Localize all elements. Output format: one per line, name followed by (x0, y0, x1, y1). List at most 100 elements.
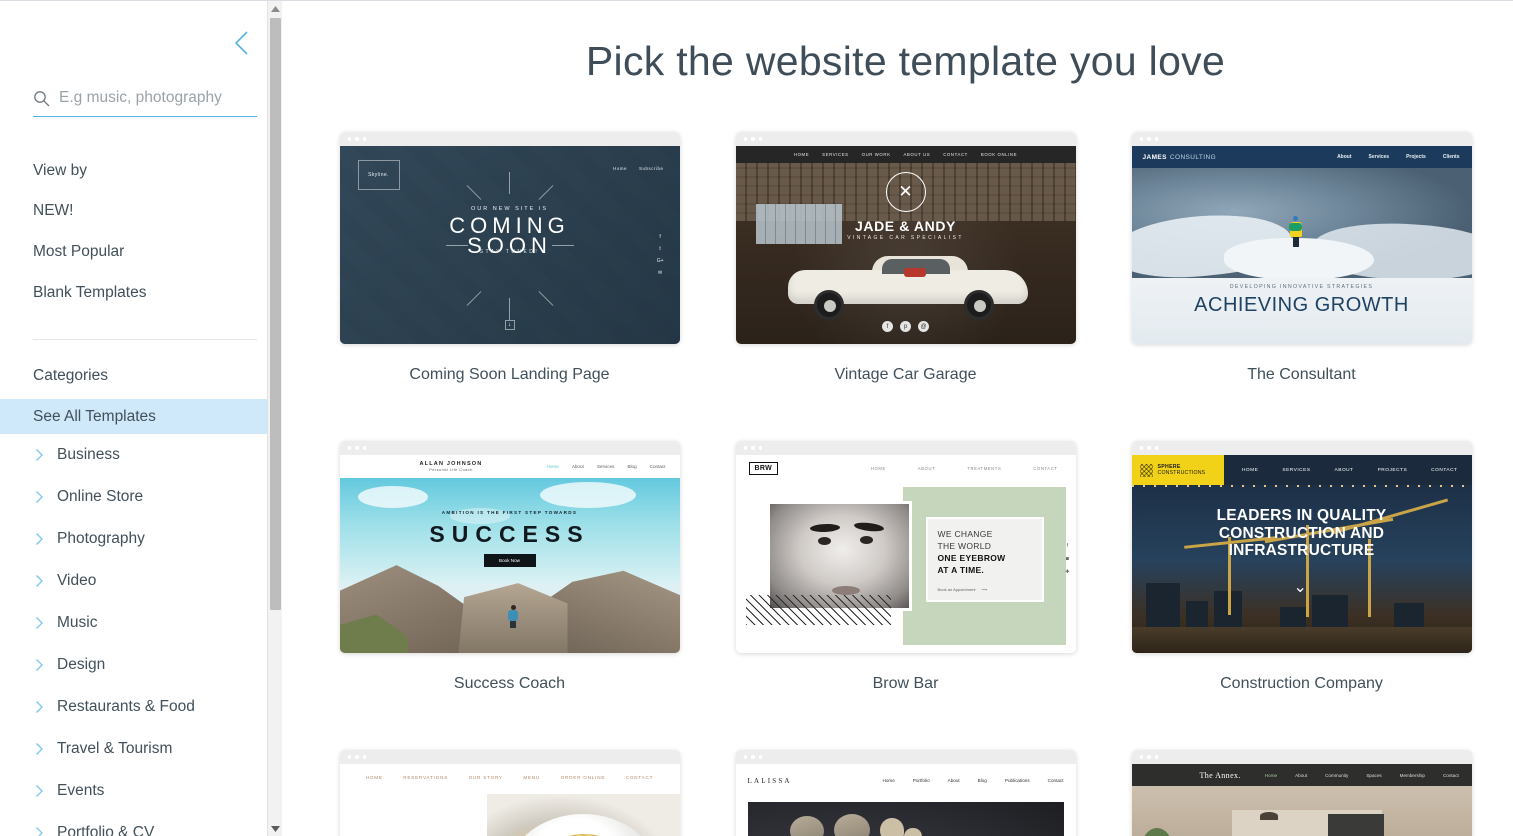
template-logo-sub: CONSTRUCTIONS (1157, 470, 1206, 477)
chevron-right-icon (33, 742, 45, 756)
nav-item: PROJECTS (1377, 467, 1408, 473)
instagram-icon: @ (918, 321, 929, 333)
nav-item: OUR STORY (468, 774, 503, 780)
template-brand-sub: Personal Life Coach (429, 467, 473, 473)
sidebar-item-portfolio-and-cv[interactable]: Portfolio & CV (0, 812, 282, 836)
category-label: Events (57, 782, 105, 799)
template-headline: ACHIEVING GROWTH (1194, 294, 1409, 317)
category-label: Video (57, 572, 97, 589)
nav-item: Community (1325, 772, 1349, 778)
template-thumbnail: LALISSA Home Portfolio About Blog Public… (735, 764, 1076, 836)
template-brand: The Annex. (1199, 770, 1241, 780)
template-brand-sub: CONSULTING (1169, 153, 1217, 161)
template-preview-frame[interactable]: JAMES CONSULTING About Services Projects… (1131, 132, 1472, 345)
view-by-title: View by (33, 162, 87, 179)
view-by-item-blank-templates[interactable]: Blank Templates (33, 279, 257, 320)
nav-item: ABOUT (917, 466, 936, 472)
template-logo: BRW (748, 462, 778, 476)
template-card[interactable]: HOME SERVICES OUR WORK ABOUT US CONTACT … (735, 132, 1076, 441)
nav-item: HOME (1241, 467, 1259, 473)
template-preview-frame[interactable]: Skyline. Home Subscribe OUR NEW SITE IS … (339, 132, 680, 345)
sidebar-scrollbar[interactable] (267, 1, 282, 836)
sphere-logo-icon (1139, 463, 1153, 477)
nav-item: MENU (523, 774, 541, 780)
template-thumbnail: Skyline. Home Subscribe OUR NEW SITE IS … (339, 146, 680, 345)
instagram-icon: ◙ (1065, 556, 1069, 563)
browser-chrome-bar (1131, 441, 1472, 456)
nav-item: Home (1264, 772, 1278, 778)
sidebar-item-music[interactable]: Music (0, 602, 282, 644)
headline-line: LEADERS IN QUALITY (1216, 507, 1387, 525)
template-preview-frame[interactable]: WE CHANGE THE WORLD ONE EYEBROW AT A TIM… (735, 441, 1076, 654)
nav-item: TREATMENTS (967, 466, 1002, 472)
page-title: Pick the website template you love (585, 38, 1226, 84)
template-preview-frame[interactable]: LEADERS IN QUALITY CONSTRUCTION AND INFR… (1131, 441, 1472, 654)
climber-illustration (507, 605, 518, 629)
sidebar-item-online-store[interactable]: Online Store (0, 476, 282, 518)
search-input[interactable] (59, 89, 249, 107)
sidebar-item-travel-and-tourism[interactable]: Travel & Tourism (0, 728, 282, 770)
template-card[interactable]: LALISSA Home Portfolio About Blog Public… (735, 750, 1076, 836)
template-card[interactable]: WE CHANGE THE WORLD ONE EYEBROW AT A TIM… (735, 441, 1076, 750)
nav-item: Portfolio (912, 778, 930, 784)
sidebar-item-see-all-templates[interactable]: See All Templates (0, 399, 282, 434)
quote-line: ONE EYEBROW (937, 553, 1006, 564)
sidebar-divider (33, 339, 257, 340)
person-illustration (1288, 216, 1302, 248)
template-card[interactable]: LEADERS IN QUALITY CONSTRUCTION AND INFR… (1131, 441, 1472, 750)
nav-item: Home (882, 778, 895, 784)
template-nav: JAMES CONSULTING About Services Projects… (1131, 146, 1472, 169)
category-label: Photography (57, 530, 145, 547)
chevron-right-icon (33, 532, 45, 546)
template-preview-frame[interactable]: The Annex. Home About Community Spaces M… (1131, 750, 1472, 836)
template-thumbnail: HOME RESERVATIONS OUR STORY MENU ORDER O… (339, 764, 680, 836)
scrollbar-thumb[interactable] (270, 18, 281, 610)
nav-item: CONTACT (943, 152, 968, 158)
template-nav: ALLAN JOHNSON Personal Life Coach Home A… (339, 455, 680, 479)
template-kicker: AMBITION IS THE FIRST STEP TOWARDS (441, 510, 578, 516)
template-preview-frame[interactable]: HOME RESERVATIONS OUR STORY MENU ORDER O… (339, 750, 680, 836)
template-card[interactable]: HOME RESERVATIONS OUR STORY MENU ORDER O… (339, 750, 680, 836)
scroll-down-arrow-icon[interactable] (268, 821, 282, 836)
sidebar-item-events[interactable]: Events (0, 770, 282, 812)
category-label: Business (57, 446, 120, 463)
nav-item: ABOUT (1334, 467, 1354, 473)
book-now-button: Book Now (483, 554, 536, 568)
browser-chrome-bar (1131, 750, 1472, 765)
collapse-sidebar-button[interactable] (228, 29, 256, 57)
template-card[interactable]: ALLAN JOHNSON Personal Life Coach Home A… (339, 441, 680, 750)
view-by-item-new[interactable]: NEW! (33, 197, 257, 238)
chevron-right-icon (33, 826, 45, 836)
template-nav: The Annex. Home About Community Spaces M… (1131, 764, 1472, 787)
template-preview-frame[interactable]: ALLAN JOHNSON Personal Life Coach Home A… (339, 441, 680, 654)
nav-item: Publications (1004, 778, 1030, 784)
mail-icon: ✉ (657, 270, 663, 277)
nav-item: Spaces (1366, 772, 1382, 778)
template-nav: HOME RESERVATIONS OUR STORY MENU ORDER O… (339, 764, 680, 791)
template-card[interactable]: Skyline. Home Subscribe OUR NEW SITE IS … (339, 132, 680, 441)
template-picker-app: View by NEW! Most Popular Blank Template… (0, 0, 1513, 836)
template-card[interactable]: The Annex. Home About Community Spaces M… (1131, 750, 1472, 836)
template-preview-frame[interactable]: HOME SERVICES OUR WORK ABOUT US CONTACT … (735, 132, 1076, 345)
scroll-up-arrow-icon[interactable] (268, 1, 282, 16)
facebook-icon: f (1066, 543, 1069, 550)
template-headline: SUCCESS (429, 521, 590, 548)
sidebar-item-business[interactable]: Business (0, 434, 282, 476)
sidebar-item-restaurants-and-food[interactable]: Restaurants & Food (0, 686, 282, 728)
template-nav: SPHERE CONSTRUCTIONS HOME SERVICES ABOUT… (1131, 455, 1472, 486)
category-label: Music (57, 614, 98, 631)
nav-item: Contact (649, 464, 666, 470)
template-preview-frame[interactable]: LALISSA Home Portfolio About Blog Public… (735, 750, 1076, 836)
template-card[interactable]: JAMES CONSULTING About Services Projects… (1131, 132, 1472, 441)
arrow-right-icon: ⟶ (981, 587, 988, 593)
view-by-item-most-popular[interactable]: Most Popular (33, 238, 257, 279)
sidebar-item-photography[interactable]: Photography (0, 518, 282, 560)
template-logo: Skyline. (357, 160, 400, 191)
sidebar-item-video[interactable]: Video (0, 560, 282, 602)
search-box[interactable] (33, 89, 257, 117)
sidebar-item-design[interactable]: Design (0, 644, 282, 686)
scroll-down-icon: ↓ (504, 320, 515, 331)
chevron-right-icon (33, 658, 45, 672)
nav-item: ABOUT US (903, 152, 931, 158)
chevron-right-icon (33, 616, 45, 630)
